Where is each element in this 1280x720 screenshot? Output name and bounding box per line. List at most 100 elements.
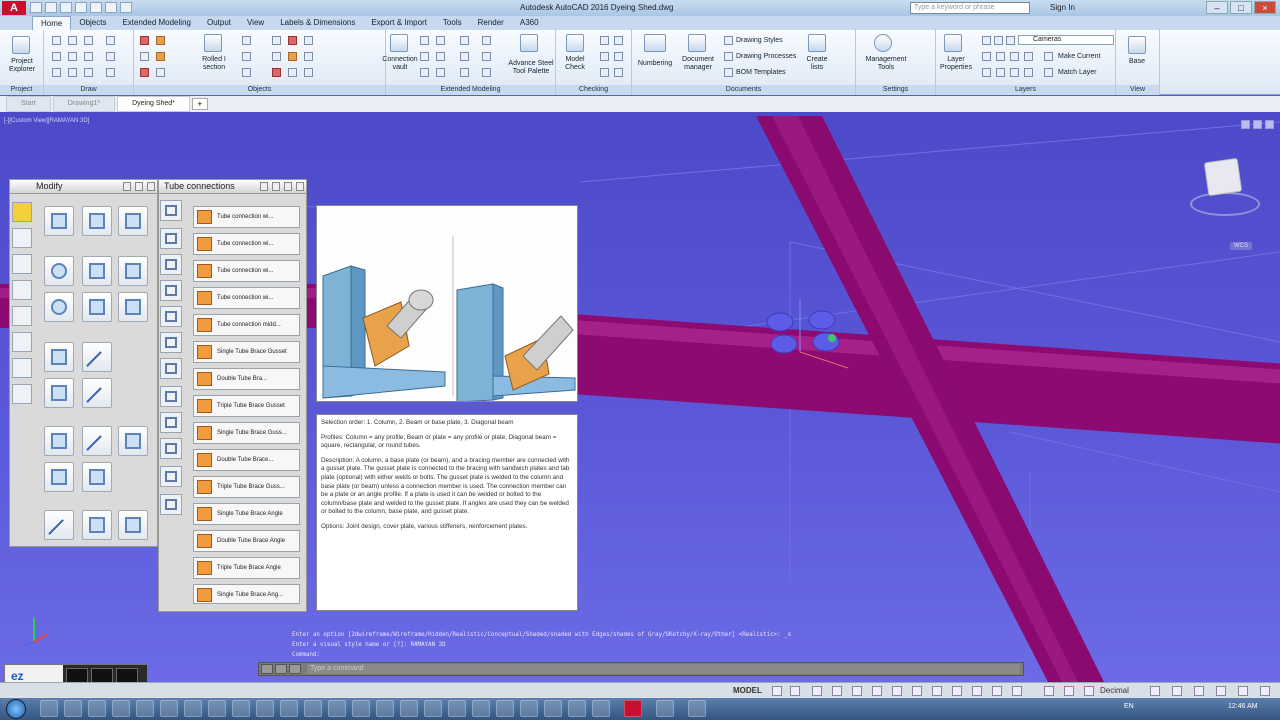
annotation-scale-icon[interactable] [1044,686,1054,696]
extend-tool-icon[interactable] [82,378,112,413]
angle-icon[interactable] [242,68,251,77]
cut-icon[interactable] [304,36,313,45]
osnap-icon[interactable] [872,686,882,696]
layer-lock-icon[interactable] [1006,36,1015,45]
doctab-start[interactable]: Start [6,96,51,112]
taskbar-app-icon[interactable] [424,700,442,717]
units-dropdown[interactable]: Decimal [1100,686,1129,695]
conn-item[interactable]: Single Tube Brace Ang... [193,584,300,604]
modify-side-plate-icon[interactable] [12,306,32,326]
taskbar-app-icon[interactable] [496,700,514,717]
wcs-menu[interactable]: WCS [1230,242,1252,250]
cage-ladder-icon[interactable] [420,52,429,61]
language-indicator[interactable]: EN [1124,703,1134,710]
base-view-icon[interactable] [1128,36,1146,54]
autocad-logo-icon[interactable]: A [2,1,26,15]
bolt-icon[interactable] [156,52,165,61]
modify-side-tools-icon[interactable] [12,228,32,248]
taskbar-app-icon[interactable] [328,700,346,717]
annotation-monitor-icon[interactable] [1084,686,1094,696]
conn-category-11-icon[interactable] [160,466,182,487]
palette-pin-icon[interactable] [135,182,143,191]
quick-properties-icon[interactable] [1150,686,1160,696]
stair-icon[interactable] [420,36,429,45]
chamfer-tool-icon[interactable] [44,426,74,456]
save-icon[interactable] [60,2,72,13]
drawing-styles-icon[interactable] [724,36,733,45]
workspace-gear-icon[interactable] [1064,686,1074,696]
folded-plate-icon[interactable] [288,36,297,45]
shrink-icon[interactable] [288,52,297,61]
conn-item[interactable]: Triple Tube Brace Guss... [193,476,300,498]
special-part-icon[interactable] [482,68,491,77]
search-input[interactable]: Type a keyword or phrase [910,2,1030,14]
modify-side-pencil-icon[interactable] [12,202,32,222]
palette-close-icon[interactable] [147,182,155,191]
layer-isolate-icon[interactable] [982,52,991,61]
trim-tool-icon[interactable] [118,206,148,236]
otrack-icon[interactable] [892,686,902,696]
report-icon[interactable] [614,52,623,61]
spline-icon[interactable] [52,52,61,61]
document-manager-icon[interactable] [688,34,706,52]
column-icon[interactable] [140,52,149,61]
taskbar-app-icon[interactable] [656,700,674,717]
conn-category-3-icon[interactable] [160,254,182,275]
conn-category-9-icon[interactable] [160,412,182,433]
point-icon[interactable] [52,68,61,77]
frame-icon[interactable] [436,52,445,61]
break-tool-icon[interactable] [82,342,112,377]
conn-category-7-icon[interactable] [160,358,182,379]
filter-icon[interactable] [614,68,623,77]
mark-icon[interactable] [600,68,609,77]
layer-unlock-icon[interactable] [996,68,1005,77]
command-recent-icon[interactable] [289,664,301,674]
layer-unisolate-icon[interactable] [996,52,1005,61]
open-icon[interactable] [45,2,57,13]
arc-icon[interactable] [84,36,93,45]
block-tool-icon[interactable] [118,510,148,540]
hatch-icon[interactable] [84,68,93,77]
conn-item[interactable]: Double Tube Brace... [193,449,300,471]
conn-item[interactable]: Double Tube Brace Angle [193,530,300,552]
selection-filter-icon[interactable] [1012,686,1022,696]
hole-icon[interactable] [304,68,313,77]
drawing-styles-label[interactable]: Drawing Styles [736,37,796,45]
command-close-icon[interactable] [261,664,273,674]
tube-palette-minimize-icon[interactable] [284,182,292,191]
conn-category-5-icon[interactable] [160,306,182,327]
redo-icon[interactable] [120,2,132,13]
draw-panel-title[interactable]: Draw [44,85,133,95]
tube-palette-settings-icon[interactable] [260,182,268,191]
line-tool-icon[interactable] [44,510,74,545]
tube-palette-close-icon[interactable] [296,182,304,191]
vp-minimize-icon[interactable] [1241,120,1250,129]
taskbar-app-icon[interactable] [568,700,586,717]
truss-icon[interactable] [420,68,429,77]
tab-view[interactable]: View [239,16,272,30]
audit-icon[interactable] [614,36,623,45]
array-tool-icon[interactable] [118,256,148,286]
drawing-processes-icon[interactable] [724,52,733,61]
isolate-objects-icon[interactable] [1194,686,1204,696]
polar-toggle-icon[interactable] [832,686,842,696]
mirror-tool-icon[interactable] [82,256,112,286]
notch-icon[interactable] [288,68,297,77]
command-settings-icon[interactable] [275,664,287,674]
tab-tools[interactable]: Tools [435,16,470,30]
group-tool-icon[interactable] [82,462,112,492]
conn-item[interactable]: Tube connection wi... [193,206,300,228]
clean-screen-icon[interactable] [1238,686,1248,696]
taskbar-app-icon[interactable] [232,700,250,717]
make-current-label[interactable]: Make Current [1058,53,1114,61]
offset-tool-icon[interactable] [44,342,74,372]
conn-item[interactable]: Single Tube Brace Gusset [193,341,300,363]
region-icon[interactable] [106,68,115,77]
tube-palette-header[interactable]: Tube connections [159,180,306,194]
scale-tool-icon[interactable] [82,292,112,322]
conn-category-4-icon[interactable] [160,280,182,301]
layers-panel-title[interactable]: Layers [936,85,1115,95]
model-space-toggle[interactable]: MODEL [733,686,762,695]
railing-icon[interactable] [436,36,445,45]
taskbar-app-icon[interactable] [688,700,706,717]
